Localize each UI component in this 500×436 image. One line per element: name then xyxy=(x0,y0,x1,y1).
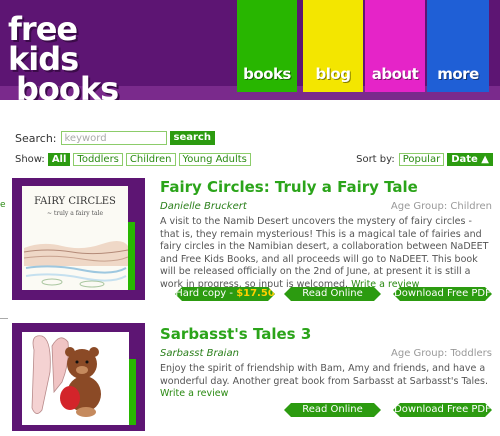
cover-subtitle: ~ truly a fairy tale xyxy=(46,210,104,217)
hard-copy-button[interactable]: Hard copy - $17.50 xyxy=(175,287,275,301)
nav-books-label: books xyxy=(243,65,291,83)
edge-divider xyxy=(0,318,8,319)
cover-accent xyxy=(128,222,135,290)
age-filter: Show: All Toddlers Children Young Adults xyxy=(15,152,254,166)
download-pdf-button[interactable]: Download Free PDF xyxy=(393,287,492,301)
nav-about-label: about xyxy=(371,65,419,83)
nav-more-label: more xyxy=(437,65,479,83)
hard-copy-price: $17.50 xyxy=(236,288,275,299)
site-header: free kids books books blog about more xyxy=(0,0,500,100)
cover-image: FAIRY CIRCLES ~ truly a fairy tale xyxy=(22,186,128,290)
search-bar: Search: search xyxy=(15,130,215,146)
book-title[interactable]: Sarbasst's Tales 3 xyxy=(160,325,311,343)
read-online-button[interactable]: Read Online xyxy=(284,287,381,301)
search-button[interactable]: search xyxy=(169,131,215,145)
logo-line-2: books xyxy=(16,70,119,100)
cover-accent xyxy=(129,359,136,425)
filter-toddlers[interactable]: Toddlers xyxy=(73,152,123,166)
edge-link[interactable]: e xyxy=(0,200,6,210)
description-text: Enjoy the spirit of friendship with Bam,… xyxy=(160,363,488,387)
search-input[interactable] xyxy=(60,131,167,145)
sort-label: Sort by: xyxy=(356,153,395,165)
description-text: A visit to the Namib Desert uncovers the… xyxy=(160,216,489,290)
bear-bunny-illustration xyxy=(22,332,129,425)
nav-blog-label: blog xyxy=(315,65,351,83)
book-description: A visit to the Namib Desert uncovers the… xyxy=(160,216,492,291)
book-author[interactable]: Sarbasst Braian xyxy=(160,348,239,359)
book-author[interactable]: Danielle Bruckert xyxy=(160,201,247,212)
filter-young-adults[interactable]: Young Adults xyxy=(178,152,251,166)
download-pdf-button[interactable]: Download Free PDF xyxy=(393,403,492,417)
book-age-group: Age Group: Children xyxy=(390,201,492,212)
book-description: Enjoy the spirit of friendship with Bam,… xyxy=(160,363,492,401)
search-label: Search: xyxy=(15,131,57,145)
site-logo[interactable]: free kids books xyxy=(8,10,148,100)
nav-more[interactable]: more xyxy=(427,0,489,92)
book-age-group: Age Group: Toddlers xyxy=(391,348,492,359)
filter-all[interactable]: All xyxy=(47,152,71,166)
book-title[interactable]: Fairy Circles: Truly a Fairy Tale xyxy=(160,178,418,196)
cover-title: FAIRY CIRCLES xyxy=(34,196,116,207)
book-cover[interactable] xyxy=(12,323,145,431)
sort-popular[interactable]: Popular xyxy=(398,152,445,166)
logo-line-1: free kids xyxy=(8,10,79,78)
hard-copy-label: Hard copy - xyxy=(175,288,237,299)
nav-blog[interactable]: blog xyxy=(303,0,363,92)
nav-about[interactable]: about xyxy=(365,0,425,92)
nav-books[interactable]: books xyxy=(237,0,297,92)
write-review-link[interactable]: Write a review xyxy=(160,388,228,399)
read-online-button[interactable]: Read Online xyxy=(284,403,381,417)
sort-date[interactable]: Date ▲ xyxy=(447,152,493,166)
book-cover[interactable]: FAIRY CIRCLES ~ truly a fairy tale xyxy=(12,178,145,300)
filter-children[interactable]: Children xyxy=(125,152,176,166)
sort-control: Sort by: Popular Date ▲ xyxy=(356,152,493,166)
show-label: Show: xyxy=(15,153,45,165)
cover-image xyxy=(22,332,129,425)
